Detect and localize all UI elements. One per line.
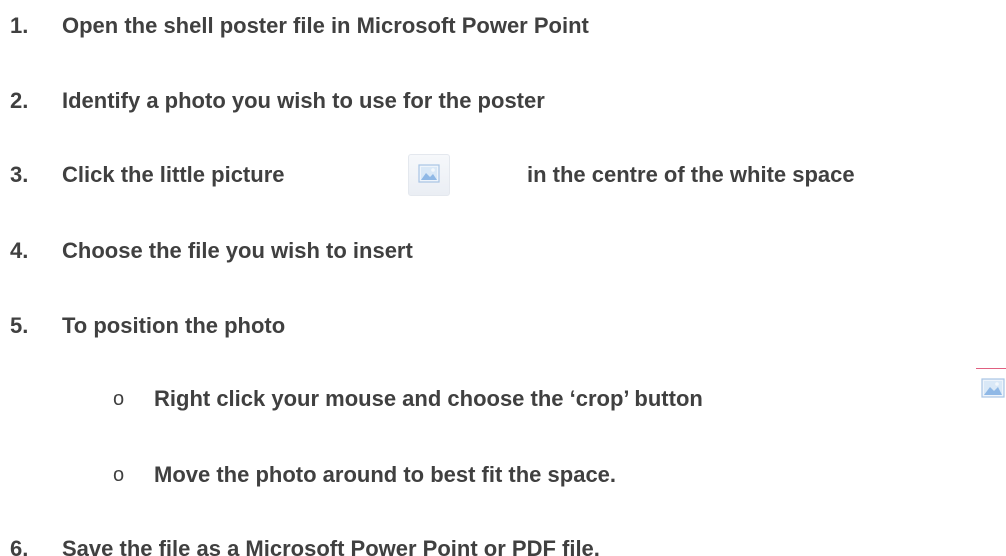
substep-text: Move the photo around to best fit the sp… [154, 462, 617, 487]
step-number: 1. [10, 13, 29, 38]
step-number: 4. [10, 238, 29, 263]
step-text: Identify a photo you wish to use for the… [62, 88, 545, 113]
step-text-before-icon: Click the little picture [62, 162, 285, 187]
step-text: Open the shell poster file in Microsoft … [62, 13, 589, 38]
bullet: o [113, 464, 125, 486]
step-number: 5. [10, 313, 29, 338]
substep-text: Right click your mouse and choose the ‘c… [154, 386, 703, 411]
step-number: 6. [10, 536, 29, 556]
step-text-after-icon: in the centre of the white space [527, 162, 855, 187]
bullet: o [113, 388, 125, 410]
crop-icon [976, 368, 1006, 410]
step-number: 3. [10, 162, 29, 187]
step-text: Save the file as a Microsoft Power Point… [62, 536, 600, 556]
step-number: 2. [10, 88, 29, 113]
step-text: Choose the file you wish to insert [62, 238, 413, 263]
picture-placeholder-icon [408, 154, 450, 196]
step-text: To position the photo [62, 313, 286, 338]
